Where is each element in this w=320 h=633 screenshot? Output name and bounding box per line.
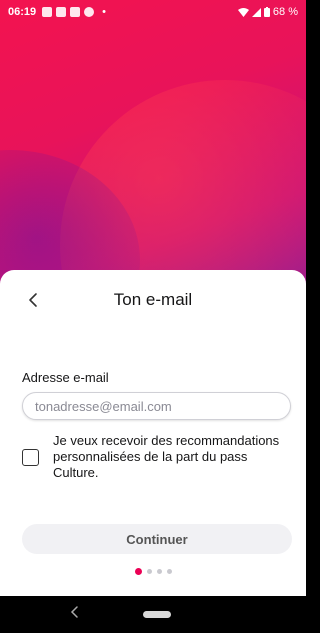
step-dot — [146, 569, 152, 574]
status-bar: 06:19 • 68 % — [0, 0, 306, 24]
status-time: 06:19 — [8, 6, 37, 18]
status-separator: • — [102, 6, 106, 18]
step-dot-active — [134, 568, 142, 575]
consent-checkbox[interactable] — [22, 448, 39, 466]
chevron-left-icon — [70, 606, 78, 618]
signal-icon — [251, 7, 261, 17]
continue-button[interactable]: Continuer — [22, 524, 292, 554]
email-field[interactable] — [22, 392, 291, 420]
email-label: Adresse e-mail — [22, 370, 109, 385]
notification-icon — [42, 7, 53, 17]
battery-icon — [263, 7, 270, 17]
page-title: Ton e-mail — [113, 290, 193, 309]
notification-icon — [84, 7, 95, 17]
system-back-button[interactable] — [68, 604, 82, 625]
consent-row[interactable]: Je veux recevoir des recommandations per… — [22, 433, 292, 481]
sheet-header: Ton e-mail — [0, 286, 306, 316]
consent-text: Je veux recevoir des recommandations per… — [53, 433, 280, 480]
notification-icon — [56, 7, 67, 17]
status-right: 68 % — [237, 6, 298, 18]
hero-background — [0, 0, 306, 290]
wifi-icon — [237, 7, 249, 17]
system-home-pill[interactable] — [143, 611, 171, 618]
battery-level: 68 % — [272, 6, 298, 18]
notification-icon — [70, 7, 81, 17]
step-dot — [156, 569, 162, 574]
system-navigation-bar — [0, 596, 306, 633]
step-indicator — [0, 568, 306, 575]
step-dot — [166, 569, 172, 574]
email-sheet: Ton e-mail Adresse e-mail Je veux recevo… — [0, 270, 306, 596]
